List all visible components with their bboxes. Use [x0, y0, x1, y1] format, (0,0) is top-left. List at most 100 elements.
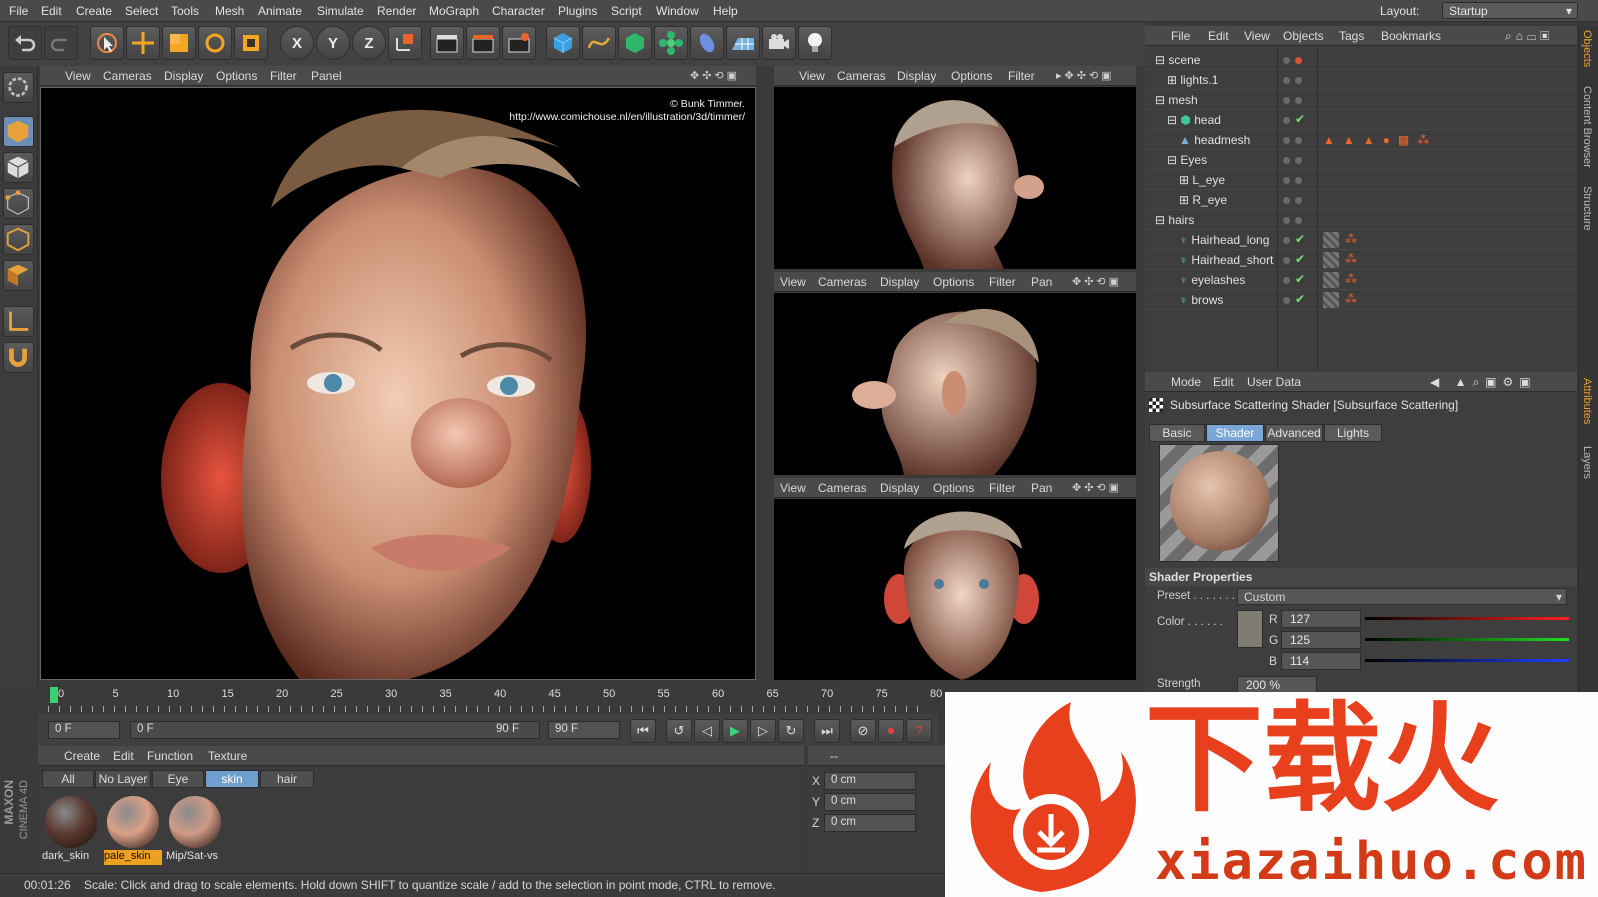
visibility-dot[interactable] — [1283, 297, 1290, 304]
tab-shader[interactable]: Shader — [1206, 424, 1264, 442]
menu-select[interactable]: Select — [125, 4, 158, 18]
vp2-menu-filter[interactable]: Filter — [1008, 69, 1035, 83]
redo-button[interactable] — [44, 26, 78, 60]
frame-range-slider[interactable]: 0 F 90 F — [130, 721, 540, 739]
deformer-button[interactable] — [690, 26, 724, 60]
vp3-menu-filter[interactable]: Filter — [989, 275, 1016, 289]
am-menu-mode[interactable]: Mode — [1171, 375, 1201, 389]
cube-primitive-button[interactable] — [546, 26, 580, 60]
y-axis-button[interactable]: Y — [316, 26, 350, 60]
menu-script[interactable]: Script — [611, 4, 642, 18]
visibility-dot[interactable] — [1283, 177, 1290, 184]
am-menu-edit[interactable]: Edit — [1213, 375, 1234, 389]
go-to-end-button[interactable]: ⏭ — [814, 719, 840, 743]
object-row-eyes[interactable]: ⊟ Eyes — [1145, 150, 1577, 170]
filter-all[interactable]: All — [42, 770, 94, 788]
enabled-check-icon[interactable]: ✔ — [1295, 272, 1305, 286]
object-row-l-eye[interactable]: ⊞ L_eye — [1145, 170, 1577, 190]
vp4-menu-filter[interactable]: Filter — [989, 481, 1016, 495]
render-dot[interactable] — [1295, 77, 1302, 84]
am-menu-user-data[interactable]: User Data — [1247, 375, 1301, 389]
filter-eye[interactable]: Eye — [152, 770, 204, 788]
current-frame-field[interactable]: 0 F — [48, 721, 120, 739]
object-row-hairs[interactable]: ⊟ hairs — [1145, 210, 1577, 230]
vp2-menu-cameras[interactable]: Cameras — [837, 69, 886, 83]
axis-mode-button[interactable] — [3, 306, 34, 337]
side-tab-structure[interactable]: Structure — [1581, 186, 1593, 231]
menu-mesh[interactable]: Mesh — [215, 4, 244, 18]
live-selection-button[interactable] — [90, 26, 124, 60]
mm-menu-texture[interactable]: Texture — [208, 749, 247, 763]
visibility-dot[interactable] — [1283, 117, 1290, 124]
coordinate-system-button[interactable] — [388, 26, 422, 60]
spline-button[interactable] — [582, 26, 616, 60]
menu-character[interactable]: Character — [492, 4, 545, 18]
tab-basic[interactable]: Basic — [1149, 424, 1205, 442]
render-view-button[interactable] — [430, 26, 464, 60]
y-position-field[interactable]: 0 cm — [824, 793, 916, 811]
camera-button[interactable] — [762, 26, 796, 60]
hair-material-tag[interactable] — [1323, 272, 1339, 288]
object-row-lights[interactable]: ⊞ lights.1 — [1145, 70, 1577, 90]
array-button[interactable] — [654, 26, 688, 60]
tab-lights[interactable]: Lights — [1324, 424, 1382, 442]
undo-button[interactable] — [8, 26, 42, 60]
arrow-left-icon[interactable]: ◀ ▲⌕▣⚙▣ — [1430, 375, 1537, 390]
render-picture-viewer-button[interactable] — [466, 26, 500, 60]
side-tab-attributes[interactable]: Attributes — [1581, 378, 1593, 424]
material-pale-skin[interactable]: pale_skin — [104, 794, 162, 865]
vp2-menu-options[interactable]: Options — [951, 69, 992, 83]
timeline[interactable]: 0 5 10 15 20 25 30 35 40 45 50 55 60 65 70 75 80 — [38, 686, 942, 714]
vp3-menu-display[interactable]: Display — [880, 275, 919, 289]
make-editable-button[interactable] — [3, 72, 34, 103]
edges-mode-button[interactable] — [3, 224, 34, 255]
menu-plugins[interactable]: Plugins — [558, 4, 597, 18]
next-keyframe-button[interactable]: ↻ — [778, 719, 804, 743]
rotate-button[interactable] — [198, 26, 232, 60]
record-keys-button[interactable]: ⊘ — [850, 719, 876, 743]
hair-material-tag[interactable] — [1323, 292, 1339, 308]
object-row-headmesh[interactable]: ▲ headmesh ▲▲▲●▩⁂ — [1145, 130, 1577, 150]
render-dot[interactable] — [1295, 217, 1302, 224]
material-mip-sat[interactable]: Mip/Sat-vs — [166, 794, 224, 862]
tag-icon[interactable]: ⁂ — [1345, 272, 1357, 286]
vp3-menu-options[interactable]: Options — [933, 275, 974, 289]
visibility-dot[interactable] — [1283, 217, 1290, 224]
light-button[interactable] — [798, 26, 832, 60]
filter-hair[interactable]: hair — [260, 770, 314, 788]
transform-button[interactable] — [234, 26, 268, 60]
playhead[interactable] — [50, 687, 58, 703]
object-row-hairhead-short[interactable]: ♆ Hairhead_short ✔ ⁂ — [1145, 250, 1577, 270]
z-position-field[interactable]: 0 cm — [824, 814, 916, 832]
keyframe-selection-button[interactable]: ? — [906, 719, 932, 743]
render-dot[interactable] — [1295, 57, 1302, 64]
visibility-dot[interactable] — [1283, 137, 1290, 144]
vp4-menu-display[interactable]: Display — [880, 481, 919, 495]
vp-menu-options[interactable]: Options — [216, 69, 257, 83]
perspective-viewport[interactable]: © Bunk Timmer. http://www.comichouse.nl/… — [40, 87, 756, 680]
material-dark-skin[interactable]: dark_skin — [42, 794, 100, 862]
enabled-check-icon[interactable]: ✔ — [1295, 252, 1305, 266]
next-frame-button[interactable]: ▷ — [750, 719, 776, 743]
menu-animate[interactable]: Animate — [258, 4, 302, 18]
visibility-dot[interactable] — [1283, 257, 1290, 264]
previous-keyframe-button[interactable]: ↺ — [666, 719, 692, 743]
vp-menu-panel[interactable]: Panel — [311, 69, 342, 83]
om-menu-file[interactable]: File — [1171, 29, 1190, 43]
render-settings-button[interactable] — [502, 26, 536, 60]
visibility-dot[interactable] — [1283, 197, 1290, 204]
render-dot[interactable] — [1295, 177, 1302, 184]
object-row-head[interactable]: ⊟ ⬢ head ✔ — [1145, 110, 1577, 130]
menu-window[interactable]: Window — [656, 4, 699, 18]
object-row-scene[interactable]: ⊟ scene — [1145, 50, 1577, 70]
viewport-2-nav-icons[interactable]: ▸✥✣⟲▣ — [1056, 69, 1115, 82]
filter-no-layer[interactable]: No Layer — [95, 770, 151, 788]
snapping-button[interactable] — [3, 342, 34, 373]
vp2-menu-display[interactable]: Display — [897, 69, 936, 83]
vp2-menu-view[interactable]: View — [799, 69, 825, 83]
search-icon[interactable]: ⌕⌂▭▣ — [1505, 29, 1553, 44]
om-menu-view[interactable]: View — [1244, 29, 1270, 43]
points-mode-button[interactable] — [3, 188, 34, 219]
filter-skin[interactable]: skin — [205, 770, 259, 788]
x-axis-button[interactable]: X — [280, 26, 314, 60]
